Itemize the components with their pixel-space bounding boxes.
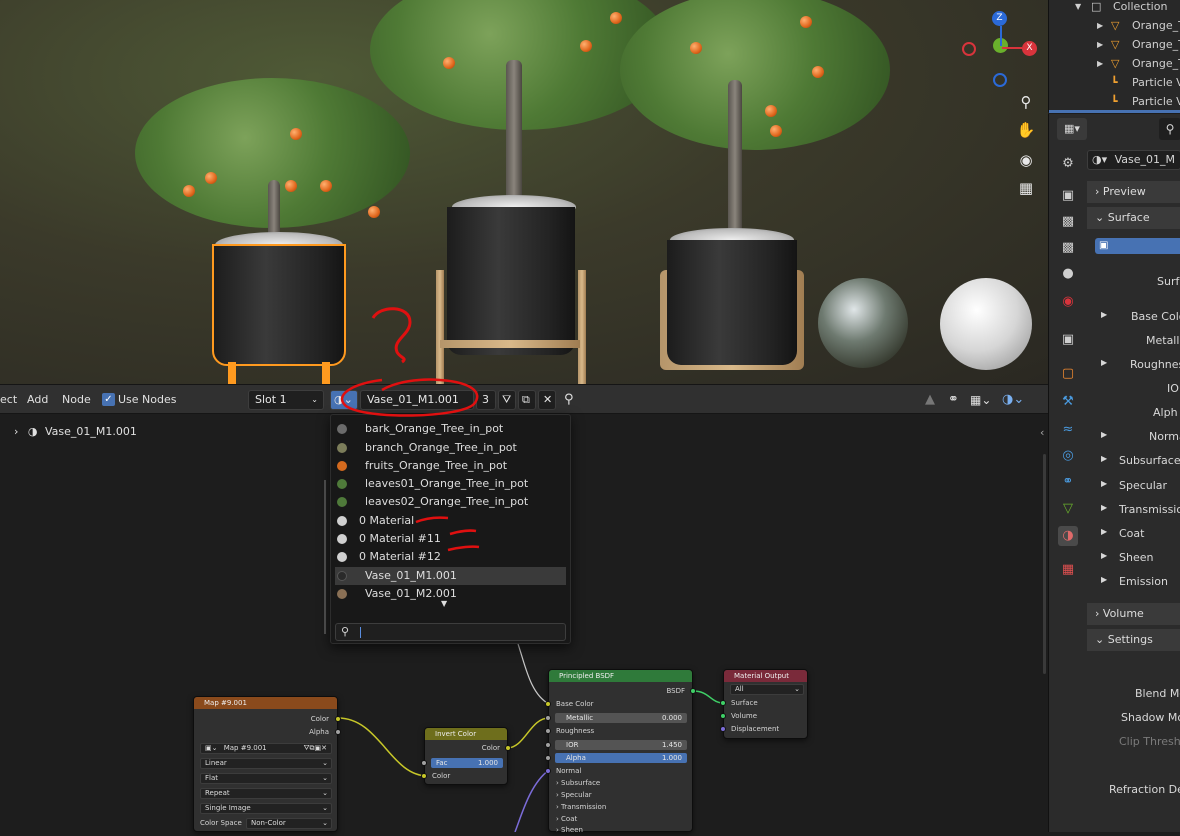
red-annotation-overlay bbox=[340, 378, 480, 552]
